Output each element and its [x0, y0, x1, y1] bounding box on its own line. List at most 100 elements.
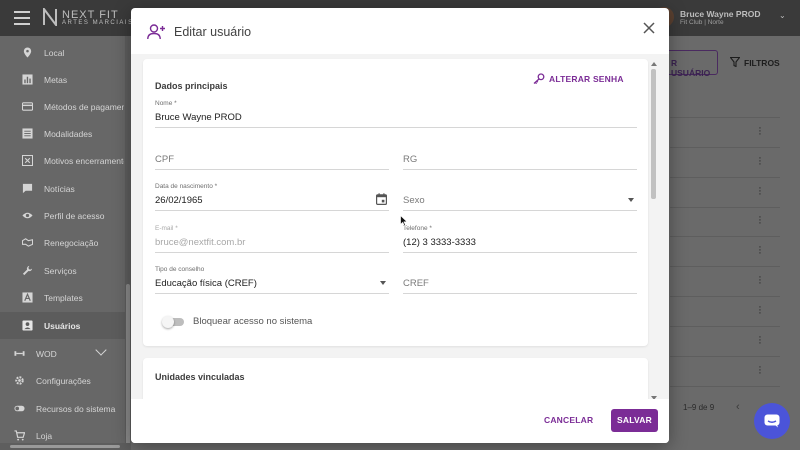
user-badge-icon — [22, 320, 33, 331]
cpf-placeholder: CPF — [155, 154, 174, 165]
scrollbar-thumb[interactable] — [651, 69, 656, 199]
sidebar-item-templates[interactable]: Templates — [0, 284, 125, 311]
row-menu-icon[interactable]: · · · — [758, 212, 762, 229]
cpf-field[interactable]: CPF — [155, 142, 389, 170]
sidebar-item-label: Renegociação — [44, 238, 99, 248]
table-row-divider — [670, 117, 780, 118]
birth-date-field[interactable]: Data de nascimento * 26/02/1965 — [155, 183, 389, 211]
wrench-icon — [22, 265, 33, 276]
rg-placeholder: RG — [403, 154, 418, 165]
sex-select[interactable]: Sexo — [403, 183, 637, 211]
sidebar-item-metodos-pagamento[interactable]: Métodos de pagamento — [0, 93, 125, 120]
credit-card-icon — [22, 102, 33, 111]
sidebar-item-label: Métodos de pagamento — [44, 102, 124, 112]
table-row-divider — [670, 207, 780, 208]
list-icon — [22, 128, 33, 139]
user-menu[interactable]: Bruce Wayne PROD Fit Club | Norte ⌄ — [654, 7, 790, 29]
name-value: Bruce Wayne PROD — [155, 112, 242, 123]
sidebar-item-recursos-sistema[interactable]: Recursos do sistema — [0, 395, 125, 422]
row-menu-icon[interactable]: · · · — [758, 272, 762, 289]
block-access-label: Bloquear acesso no sistema — [193, 316, 313, 327]
brand-tagline: ARTES MARCIAIS — [62, 20, 134, 26]
next-fit-logo-icon — [43, 8, 57, 26]
sidebar-item-label: Motivos encerramento — [44, 156, 124, 166]
chevron-down-icon[interactable]: ⌄ — [779, 11, 786, 20]
phone-field[interactable]: Telefone * (12) 3 3333-3333 — [403, 225, 637, 253]
sidebar-item-usuarios[interactable]: Usuários — [0, 312, 125, 339]
filters-label: FILTROS — [744, 58, 780, 68]
chat-button[interactable] — [754, 403, 790, 439]
gear-icon — [15, 376, 24, 385]
table-row-divider — [670, 147, 780, 148]
block-access-toggle[interactable] — [162, 316, 188, 328]
change-password-label: ALTERAR SENHA — [549, 74, 624, 84]
toggle-knob — [162, 316, 174, 328]
add-user-icon — [147, 24, 165, 40]
row-menu-icon[interactable]: · · · — [758, 362, 762, 379]
cancel-button[interactable]: CANCELAR — [544, 415, 593, 425]
row-menu-icon[interactable]: · · · — [758, 332, 762, 349]
location-pin-icon — [23, 47, 32, 58]
sidebar-item-label: Loja — [36, 431, 53, 441]
scroll-up-arrow-icon[interactable] — [651, 62, 657, 66]
toggle-icon — [14, 405, 25, 412]
section-title-main: Dados principais — [155, 81, 228, 91]
council-type-label: Tipo de conselho — [155, 266, 205, 273]
row-menu-icon[interactable]: · · · — [758, 123, 762, 140]
sidebar-item-label: Notícias — [44, 184, 75, 194]
row-menu-icon[interactable]: · · · — [758, 153, 762, 170]
row-menu-icon[interactable]: · · · — [758, 183, 762, 200]
name-field[interactable]: Nome * Bruce Wayne PROD — [155, 100, 637, 128]
sidebar-item-label: Perfil de acesso — [44, 211, 105, 221]
rg-field[interactable]: RG — [403, 142, 637, 170]
sidebar-horizontal-scrollbar[interactable] — [0, 443, 131, 450]
email-field: E-mail * bruce@nextfit.com.br — [155, 225, 389, 253]
sidebar-item-servicos[interactable]: Serviços — [0, 257, 125, 284]
row-menu-icon[interactable]: · · · — [758, 302, 762, 319]
birth-date-label: Data de nascimento * — [155, 183, 218, 190]
council-type-select[interactable]: Tipo de conselho Educação física (CREF) — [155, 266, 389, 294]
phone-value: (12) 3 3333-3333 — [403, 237, 476, 248]
sidebar-item-modalidades[interactable]: Modalidades — [0, 120, 125, 147]
handshake-icon — [22, 238, 33, 247]
sidebar-item-wod[interactable]: WOD — [0, 340, 125, 367]
filter-icon — [730, 57, 740, 67]
save-button[interactable]: SALVAR — [611, 409, 658, 432]
menu-icon[interactable] — [14, 11, 30, 25]
birth-date-value: 26/02/1965 — [155, 195, 203, 206]
cref-placeholder: CREF — [403, 278, 429, 289]
council-type-value: Educação física (CREF) — [155, 278, 257, 289]
cref-field[interactable]: CREF — [403, 266, 637, 294]
filters-button[interactable]: FILTROS — [730, 57, 780, 68]
dialog-scrollbar[interactable] — [651, 62, 657, 400]
sidebar: Local Metas Métodos de pagamento Modalid… — [0, 36, 131, 450]
sidebar-item-label: Configurações — [36, 376, 91, 386]
sidebar-item-label: Usuários — [44, 321, 81, 331]
sidebar-item-label: Serviços — [44, 266, 77, 276]
close-box-icon — [22, 155, 33, 166]
sidebar-item-configuracoes[interactable]: Configurações — [0, 367, 125, 394]
change-password-button[interactable]: ALTERAR SENHA — [533, 73, 624, 84]
dropdown-arrow-icon — [380, 281, 386, 285]
chevron-left-icon[interactable]: ‹ — [736, 401, 740, 413]
sidebar-item-motivos-encerramento[interactable]: Motivos encerramento — [0, 147, 125, 174]
row-menu-icon[interactable]: · · · — [758, 242, 762, 259]
text-template-icon — [22, 292, 33, 303]
sex-placeholder: Sexo — [403, 195, 425, 206]
sidebar-item-local[interactable]: Local — [0, 39, 125, 66]
table-row-divider — [670, 296, 780, 297]
sidebar-item-label: Local — [44, 48, 65, 58]
dumbbell-icon — [14, 351, 25, 356]
sidebar-item-noticias[interactable]: Notícias — [0, 175, 125, 202]
chat-bubble-icon — [22, 183, 33, 194]
calendar-icon[interactable] — [376, 193, 387, 205]
email-label: E-mail * — [155, 225, 178, 232]
add-user-button[interactable]: R USUÁRIO — [666, 50, 718, 78]
cart-icon — [14, 430, 25, 441]
sidebar-item-renegociacao[interactable]: Renegociação — [0, 229, 125, 256]
close-icon[interactable] — [643, 22, 655, 34]
sidebar-item-perfil-acesso[interactable]: Perfil de acesso — [0, 202, 125, 229]
key-icon — [533, 73, 545, 84]
sidebar-item-metas[interactable]: Metas — [0, 66, 125, 93]
linked-units-card: Unidades vinculadas — [143, 358, 648, 403]
